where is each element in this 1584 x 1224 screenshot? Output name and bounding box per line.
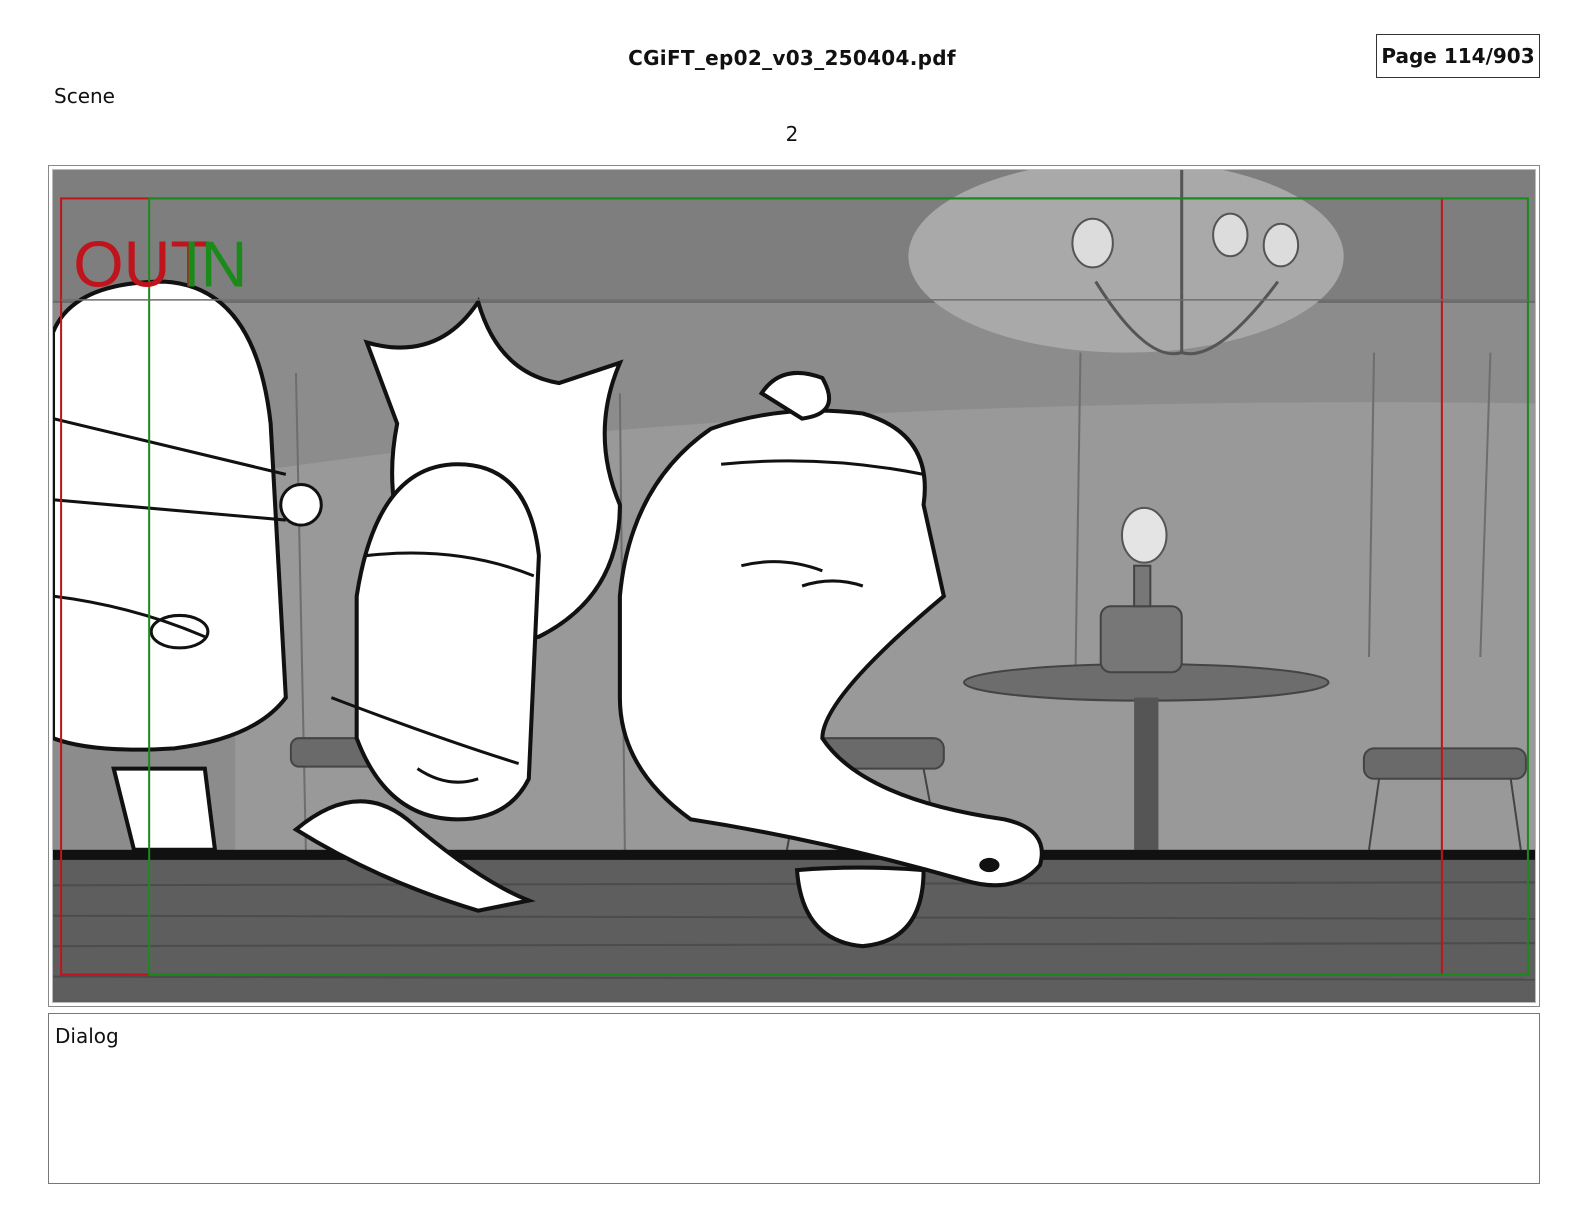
- in-marker: IN: [183, 228, 248, 301]
- dialog-box: Dialog: [48, 1013, 1540, 1184]
- panel-drawing: OUT IN: [53, 170, 1535, 1002]
- page-indicator: Page 114/903: [1376, 34, 1540, 78]
- scene-number: 2: [785, 122, 799, 146]
- dialog-label: Dialog: [55, 1024, 119, 1048]
- scene-label: Scene: [54, 84, 115, 108]
- document-title: CGiFT_ep02_v03_250404.pdf: [628, 46, 956, 70]
- panel-image: OUT IN: [52, 169, 1536, 1003]
- storyboard-panel: OUT IN: [48, 165, 1540, 1007]
